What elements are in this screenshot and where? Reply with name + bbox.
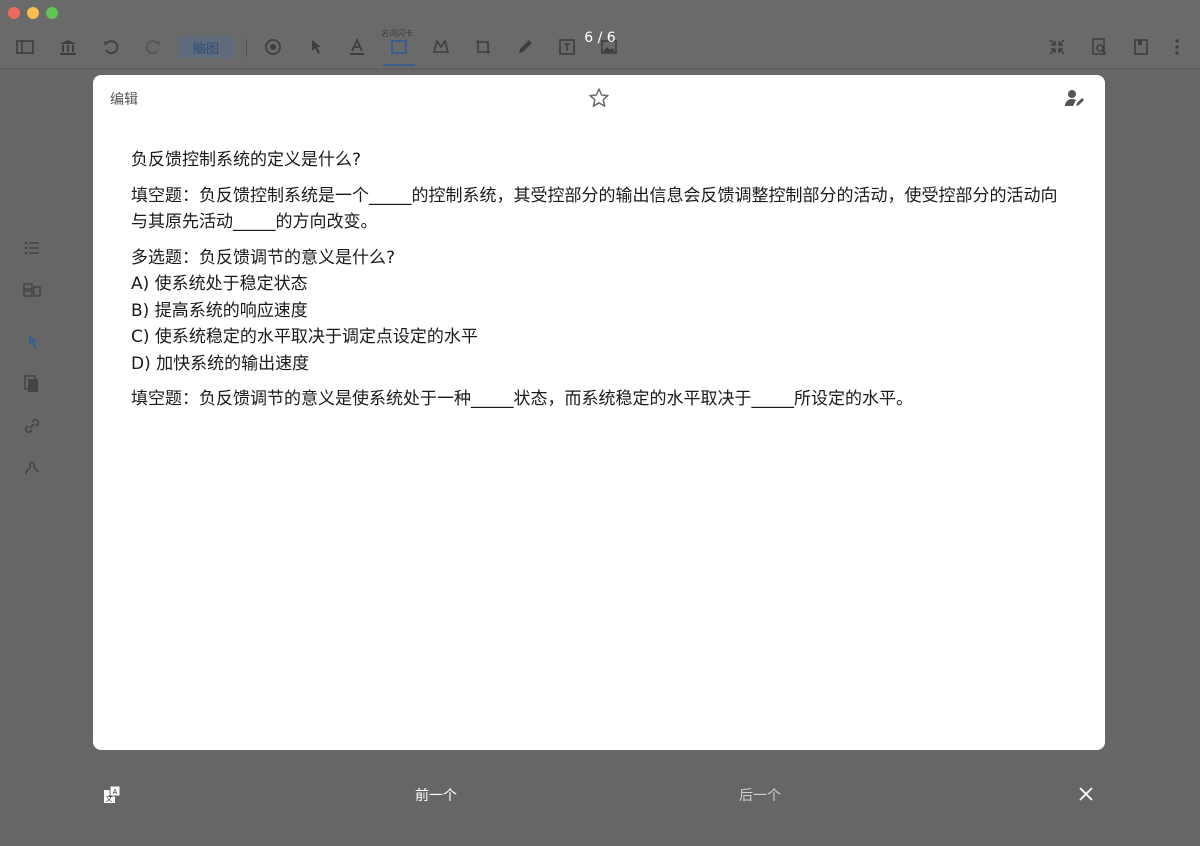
collapse-icon[interactable] bbox=[1046, 36, 1068, 58]
brain-map-button[interactable]: 脑图 bbox=[178, 36, 234, 58]
crop-icon[interactable] bbox=[472, 36, 494, 58]
option-d: D) 加快系统的输出速度 bbox=[131, 353, 310, 374]
card-content: 负反馈控制系统的定义是什么? 填空题：负反馈控制系统是一个_____的控制系统，… bbox=[131, 147, 1071, 422]
active-tool-indicator bbox=[383, 64, 415, 66]
close-window-button[interactable] bbox=[8, 7, 20, 19]
lasso-icon[interactable] bbox=[430, 36, 452, 58]
user-edit-icon[interactable] bbox=[1062, 86, 1086, 110]
option-b: B) 提高系统的响应速度 bbox=[131, 300, 308, 321]
more-icon[interactable] bbox=[1166, 36, 1188, 58]
search-doc-icon[interactable] bbox=[1088, 36, 1110, 58]
rectangle-icon[interactable] bbox=[388, 36, 410, 58]
fill-blank-question-2: 填空题：负反馈调节的意义是使系统处于一种_____状态，而系统稳定的水平取决于_… bbox=[131, 389, 913, 409]
zoom-window-button[interactable] bbox=[46, 7, 58, 19]
redo-icon[interactable] bbox=[142, 36, 164, 58]
toolbar-divider bbox=[246, 39, 247, 57]
option-a: A) 使系统处于稳定状态 bbox=[131, 274, 308, 294]
undo-icon[interactable] bbox=[100, 36, 122, 58]
bookmark-icon[interactable] bbox=[1130, 36, 1152, 58]
bottom-bar bbox=[0, 760, 1200, 846]
library-icon[interactable] bbox=[57, 36, 79, 58]
outline-icon[interactable] bbox=[21, 279, 43, 301]
translate-icon[interactable]: A文 bbox=[102, 785, 122, 805]
squiggle-icon[interactable] bbox=[21, 457, 43, 479]
previous-button[interactable]: 前一个 bbox=[396, 785, 476, 805]
title-bar bbox=[0, 0, 1200, 24]
question-title: 负反馈控制系统的定义是什么? bbox=[131, 150, 362, 170]
link-icon[interactable] bbox=[21, 415, 43, 437]
next-button[interactable]: 后一个 bbox=[720, 785, 800, 805]
fill-blank-question-1: 填空题：负反馈控制系统是一个_____的控制系统，其受控部分的输出信息会反馈调整… bbox=[131, 185, 1058, 233]
close-icon[interactable] bbox=[1076, 784, 1096, 804]
option-c: C) 使系统稳定的水平取决于调定点设定的水平 bbox=[131, 327, 478, 347]
pointer-icon[interactable] bbox=[21, 331, 43, 353]
highlight-icon[interactable] bbox=[346, 36, 368, 58]
copy-icon[interactable] bbox=[21, 373, 43, 395]
flashcard: 编辑 负反馈控制系统的定义是什么? 填空题：负反馈控制系统是一个_____的控制… bbox=[93, 75, 1105, 750]
minimize-window-button[interactable] bbox=[27, 7, 39, 19]
star-icon[interactable] bbox=[587, 86, 611, 110]
multiple-choice-question: 多选题：负反馈调节的意义是什么? bbox=[131, 247, 396, 268]
list-icon[interactable] bbox=[21, 237, 43, 259]
svg-text:A: A bbox=[113, 789, 118, 796]
sidebar-icon[interactable] bbox=[14, 36, 36, 58]
pointer-icon[interactable] bbox=[304, 36, 326, 58]
svg-text:文: 文 bbox=[106, 794, 113, 803]
page-counter: 6 / 6 bbox=[584, 30, 616, 46]
pen-icon[interactable] bbox=[514, 36, 536, 58]
edit-button[interactable]: 编辑 bbox=[110, 89, 138, 109]
target-icon[interactable] bbox=[262, 36, 284, 58]
